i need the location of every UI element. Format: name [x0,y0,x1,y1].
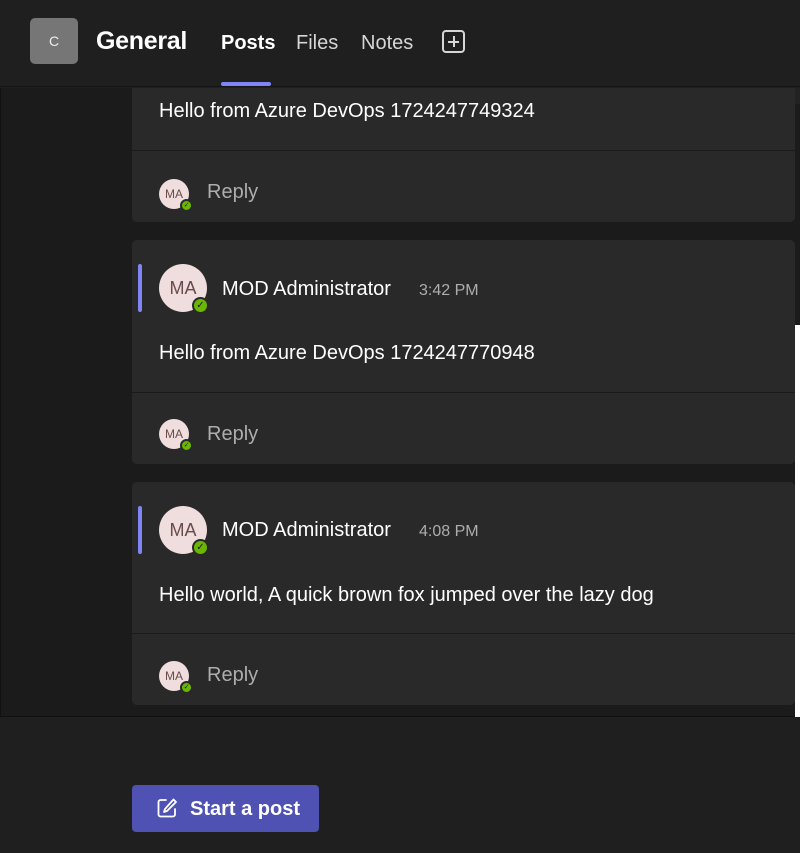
post-body: Hello world, A quick brown fox jumped ov… [159,584,654,606]
active-tab-indicator [221,82,271,86]
reply-button[interactable]: Reply [207,664,258,687]
compose-icon [157,798,177,818]
author-avatar[interactable]: MA ✓ [159,264,209,314]
reply-button[interactable]: Reply [207,423,258,446]
post-timestamp: 4:08 PM [419,523,479,540]
post-card: MA ✓ MOD Administrator 4:08 PM Hello wor… [132,482,795,705]
reply-button[interactable]: Reply [207,181,258,204]
post-author[interactable]: MOD Administrator [222,519,391,542]
reply-avatar: MA ✓ [159,661,193,694]
author-avatar[interactable]: MA ✓ [159,506,209,556]
reply-avatar: MA ✓ [159,179,193,212]
post-body: Hello from Azure DevOps 1724247749324 [159,100,535,122]
post-body: Hello from Azure DevOps 1724247770948 [159,342,535,364]
divider [132,633,795,634]
reply-avatar: MA ✓ [159,419,193,452]
tab-posts[interactable]: Posts [221,32,275,55]
presence-available-icon: ✓ [180,681,193,694]
presence-available-icon: ✓ [180,439,193,452]
unread-accent-bar [138,506,142,554]
post-author[interactable]: MOD Administrator [222,278,391,301]
post-timestamp: 3:42 PM [419,282,479,299]
start-post-label: Start a post [190,798,301,820]
start-post-button[interactable]: Start a post [132,785,319,832]
teams-channel-view: C General Posts Files Notes Hello from A… [0,0,800,853]
presence-available-icon: ✓ [192,539,209,556]
tab-notes[interactable]: Notes [361,32,413,55]
channel-title: General [96,27,188,55]
team-avatar[interactable]: C [30,18,78,64]
plus-box-icon[interactable] [442,30,465,53]
post-card: Hello from Azure DevOps 1724247749324 MA… [132,88,795,222]
window-edge [795,325,800,717]
presence-available-icon: ✓ [180,199,193,212]
post-card: MA ✓ MOD Administrator 3:42 PM Hello fro… [132,240,795,464]
divider [132,150,795,151]
scrollbar-track [795,88,800,104]
presence-available-icon: ✓ [192,297,209,314]
unread-accent-bar [138,264,142,312]
divider [132,392,795,393]
channel-header: C General Posts Files Notes [0,0,800,87]
tab-files[interactable]: Files [296,32,338,55]
